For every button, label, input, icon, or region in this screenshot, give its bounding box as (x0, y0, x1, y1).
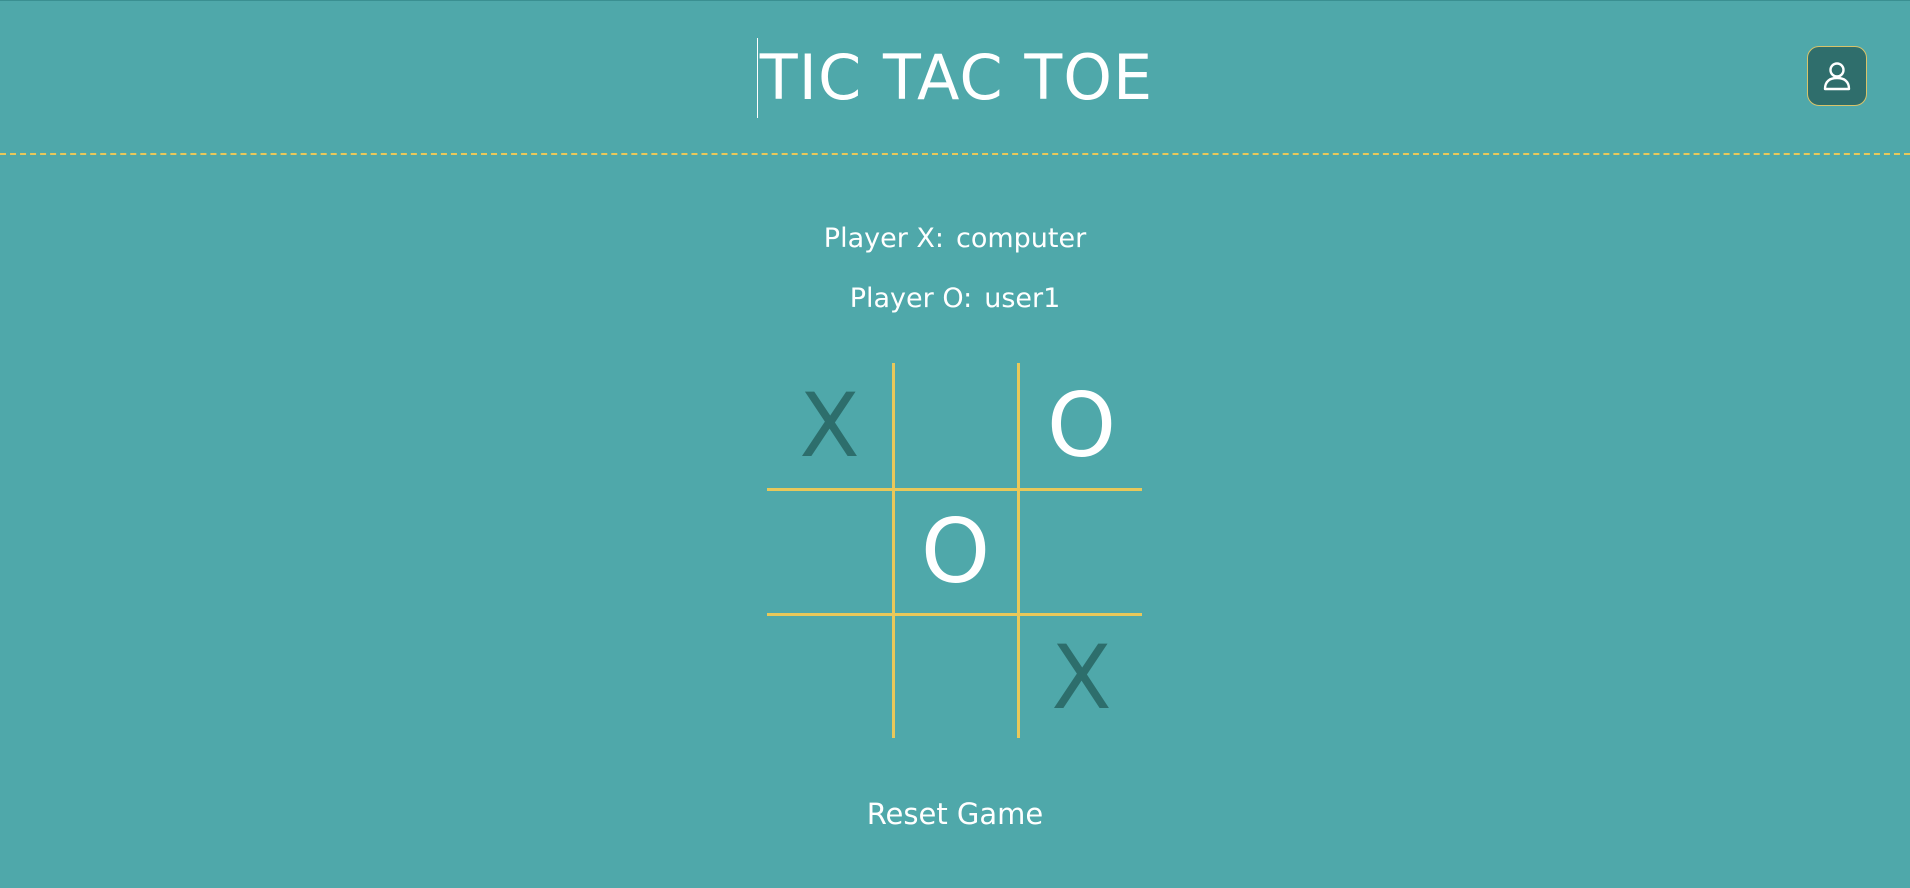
board-cell-2[interactable] (893, 363, 1018, 488)
board-cell-5[interactable]: O (893, 489, 1018, 614)
board-cell-9[interactable]: X (1019, 615, 1144, 740)
player-o-label: Player O: (849, 283, 973, 314)
board-cell-6[interactable] (1019, 489, 1144, 614)
user-icon (1823, 62, 1851, 91)
board-cell-1[interactable]: X (767, 363, 892, 488)
grid-line-vertical (1017, 363, 1020, 738)
game-board: X O O X (767, 363, 1142, 738)
header-divider (0, 153, 1910, 155)
board-cell-3[interactable]: O (1019, 363, 1144, 488)
title-container: TIC TAC TOE (0, 38, 1910, 118)
player-o-name: user1 (984, 283, 1061, 314)
page-header: TIC TAC TOE (0, 0, 1910, 154)
grid-line-horizontal (767, 488, 1142, 491)
page-title: TIC TAC TOE (756, 38, 1153, 118)
player-x-label: Player X: (823, 223, 944, 254)
reset-game-button[interactable]: Reset Game (867, 797, 1044, 831)
reset-game-container: Reset Game (0, 794, 1910, 834)
board-cell-8[interactable] (893, 615, 1018, 740)
profile-button[interactable] (1807, 46, 1867, 106)
grid-line-horizontal (767, 613, 1142, 616)
player-x-info: Player X: computer (0, 219, 1910, 259)
board-cell-4[interactable] (767, 489, 892, 614)
board-cell-7[interactable] (767, 615, 892, 740)
grid-line-vertical (892, 363, 895, 738)
player-x-name: computer (955, 223, 1087, 254)
player-o-info: Player O: user1 (0, 279, 1910, 319)
